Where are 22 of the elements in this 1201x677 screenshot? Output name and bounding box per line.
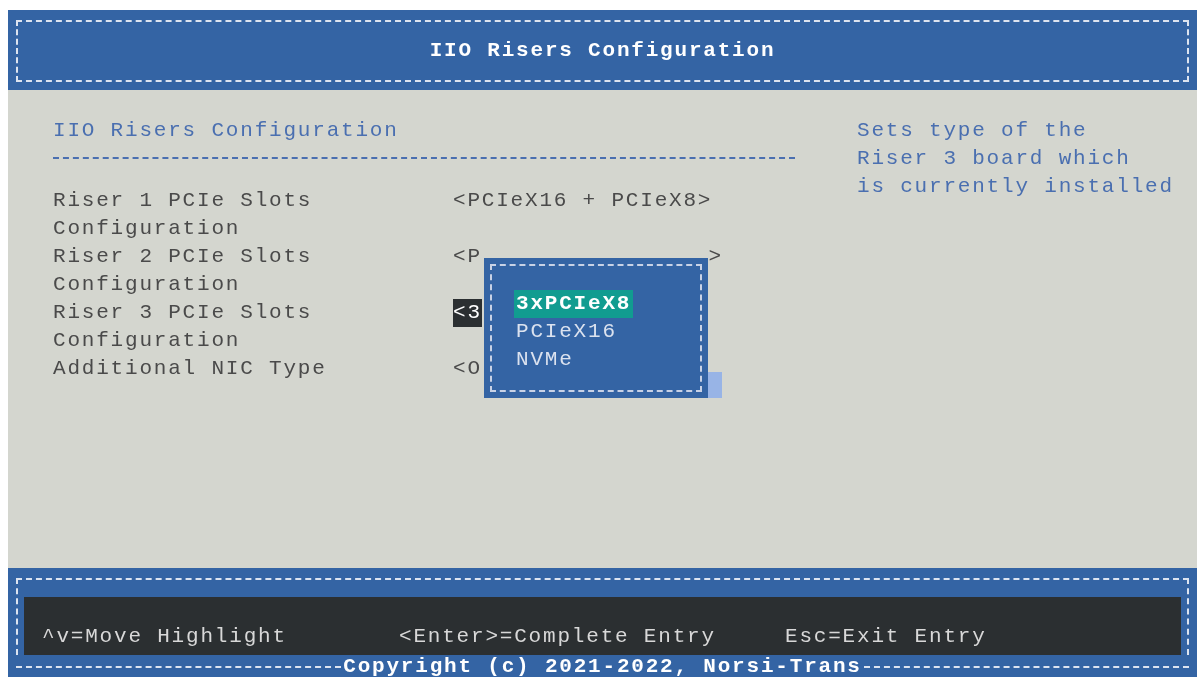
key-hint: <Enter>=Complete Entry bbox=[399, 624, 717, 650]
setting-value[interactable]: <P bbox=[453, 243, 482, 271]
setting-label: Riser 3 PCIe Slots Configuration bbox=[53, 300, 314, 354]
help-text: Sets type of the bbox=[857, 118, 1089, 144]
key-hint: Esc=Exit Entry bbox=[785, 624, 988, 650]
setting-value-end: > bbox=[708, 244, 723, 270]
window-title: IIO Risers Configuration bbox=[429, 38, 776, 64]
setting-value[interactable]: <O bbox=[453, 355, 482, 383]
setting-label: Riser 1 PCIe Slots Configuration bbox=[53, 188, 314, 242]
copyright-text: Copyright (c) 2021-2022, Norsi-Trans bbox=[342, 654, 863, 677]
popup-option[interactable]: NVMe bbox=[514, 346, 576, 374]
cursor-block bbox=[708, 372, 722, 398]
setting-value[interactable]: <3 bbox=[453, 299, 482, 327]
setting-label: Riser 2 PCIe Slots Configuration bbox=[53, 244, 314, 298]
help-text: Riser 3 board which bbox=[857, 146, 1132, 172]
section-title: IIO Risers Configuration bbox=[53, 118, 399, 144]
setting-value[interactable]: <PCIeX16 + PCIeX8> bbox=[453, 187, 713, 215]
key-hint: ^v=Move Highlight bbox=[42, 624, 288, 650]
popup-option[interactable]: 3xPCIeX8 bbox=[514, 290, 634, 318]
popup-option[interactable]: PCIeX16 bbox=[514, 318, 619, 346]
help-text: is currently installed bbox=[857, 174, 1174, 200]
setting-label: Additional NIC Type bbox=[53, 356, 328, 382]
